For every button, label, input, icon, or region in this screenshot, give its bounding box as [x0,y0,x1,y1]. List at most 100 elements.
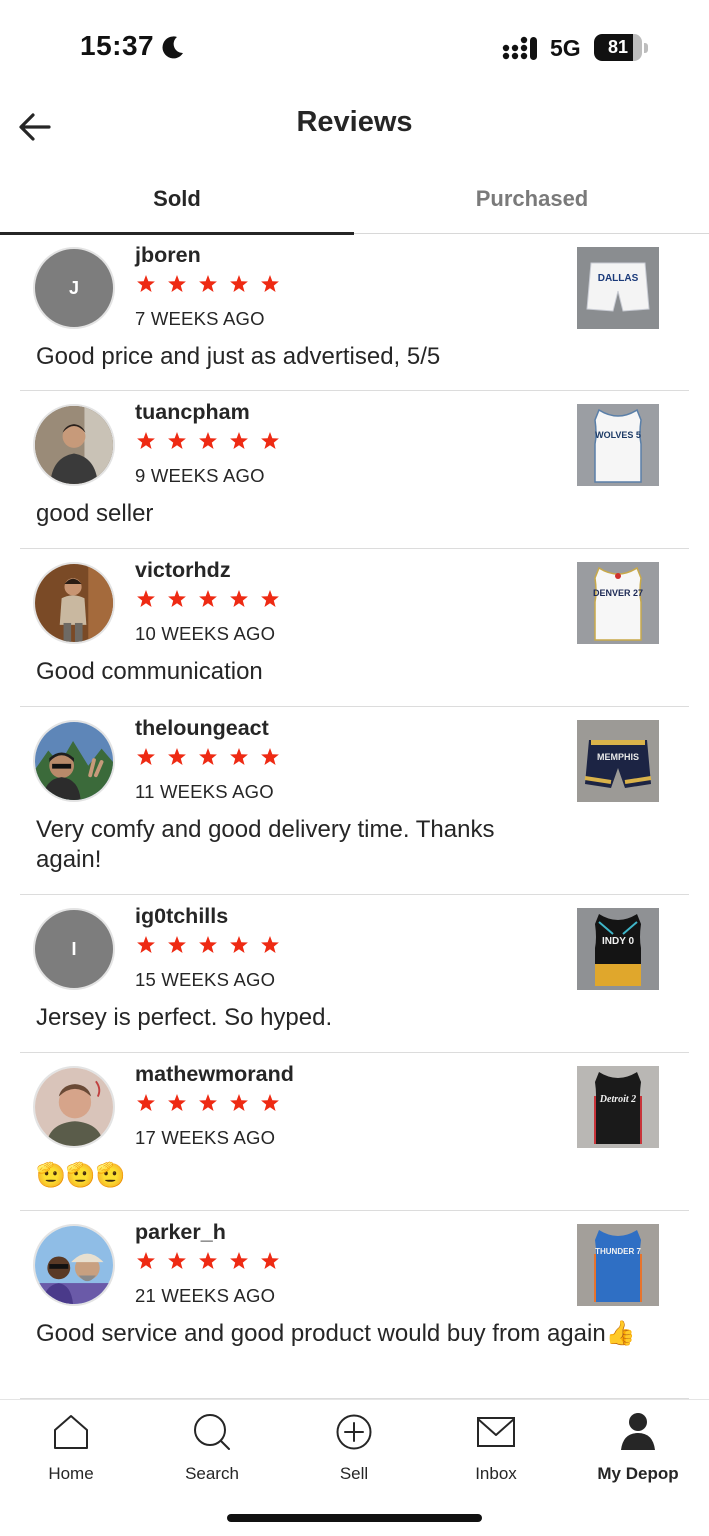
back-button[interactable] [14,106,56,148]
tab-sold[interactable]: Sold [0,176,354,234]
tab-purchased[interactable]: Purchased [355,176,709,234]
product-thumbnail[interactable]: DENVER 27 [577,562,659,644]
tab-bar: Sold Purchased [0,176,709,235]
star-icon [137,1094,155,1111]
review-username[interactable]: theloungeact [135,716,269,741]
avatar[interactable]: I [33,908,115,990]
star-icon [137,748,155,765]
review-username[interactable]: mathewmorand [135,1062,294,1087]
home-indicator[interactable] [227,1514,482,1522]
product-print: MEMPHIS [597,752,639,762]
star-icon [199,1252,217,1269]
battery-icon: 81 [594,34,648,61]
product-print: DENVER 27 [593,588,643,598]
product-thumbnail[interactable]: INDY 0 [577,908,659,990]
avatar[interactable] [33,404,115,486]
nav-search-label: Search [185,1464,239,1483]
review-item: mathewmorand 17 WEEKS AGO 🫡🫡🫡 Detroit 2 [20,1053,689,1211]
nav-search[interactable]: Search [157,1412,267,1484]
product-print: DALLAS [598,273,639,284]
star-icon [168,590,186,607]
review-text: Good communication [36,658,263,685]
star-icon [168,275,186,292]
review-time: 11 WEEKS AGO [135,781,274,802]
product-print: Detroit 2 [599,1094,636,1105]
avatar[interactable] [33,562,115,644]
nav-home-label: Home [48,1464,94,1483]
avatar[interactable] [33,720,115,802]
star-rating [135,429,290,455]
star-icon [199,432,217,449]
star-icon [261,1094,279,1111]
avatar-initial: J [68,277,79,298]
avatar[interactable] [33,1066,115,1148]
review-username[interactable]: parker_h [135,1220,226,1245]
review-text: Jersey is perfect. So hyped. [36,1004,333,1031]
review-time: 10 WEEKS AGO [135,623,276,644]
star-rating [135,1249,290,1275]
avatar-photo [35,1226,113,1304]
review-username[interactable]: victorhdz [135,558,231,583]
review-text: Very comfy and good delivery time. Thank… [36,816,495,873]
review-username[interactable]: tuancpham [135,400,250,425]
star-icon [168,1252,186,1269]
product-print: WOLVES 5 [595,430,641,440]
nav-sell-label: Sell [339,1464,369,1483]
star-icon [168,936,186,953]
nav-sell[interactable]: Sell [299,1412,409,1484]
plus-circle-icon [336,1414,372,1450]
star-icon [137,590,155,607]
star-icon [230,936,248,953]
avatar[interactable]: J [33,247,115,329]
signal-icon [502,36,537,60]
star-icon [230,1252,248,1269]
nav-home[interactable]: Home [16,1412,126,1484]
review-text: Good price and just as advertised, 5/5 [36,343,441,370]
review-username[interactable]: jboren [135,243,201,268]
review-item: parker_h 21 WEEKS AGO Good service and g… [20,1211,689,1399]
star-rating [135,745,290,771]
search-icon [194,1414,230,1450]
review-time: 17 WEEKS AGO [135,1127,276,1148]
home-icon [54,1415,88,1449]
star-icon [261,590,279,607]
avatar-initial: I [71,938,77,959]
nav-my-depop-label: My Depop [597,1464,679,1483]
network-type: 5G [550,35,581,61]
mail-icon [477,1417,515,1447]
avatar-photo [35,406,113,484]
avatar-photo [35,1068,113,1146]
person-icon [621,1413,655,1450]
star-icon [261,432,279,449]
star-icon [230,275,248,292]
nav-inbox[interactable]: Inbox [441,1412,551,1484]
review-item: J jboren 7 WEEKS AGO Good price and just… [20,234,689,391]
star-icon [137,275,155,292]
review-text: 🫡🫡🫡 [36,1162,126,1189]
review-text: good seller [36,500,154,527]
star-icon [230,1094,248,1111]
product-thumbnail[interactable]: THUNDER 7 [577,1224,659,1306]
product-thumbnail[interactable]: MEMPHIS [577,720,659,802]
star-icon [199,748,217,765]
review-text: Good service and good product would buy … [36,1320,636,1347]
nav-inbox-label: Inbox [475,1464,517,1483]
star-icon [261,936,279,953]
star-icon [137,432,155,449]
review-item: theloungeact 11 WEEKS AGO Very comfy and… [20,707,689,895]
product-print: INDY 0 [602,936,634,947]
nav-my-depop[interactable]: My Depop [578,1412,698,1484]
review-time: 7 WEEKS AGO [135,308,265,329]
review-item: I ig0tchills 15 WEEKS AGO Jersey is perf… [20,895,689,1053]
product-thumbnail[interactable]: WOLVES 5 [577,404,659,486]
review-item: tuancpham 9 WEEKS AGO good seller WOLVES… [20,391,689,549]
product-thumbnail[interactable]: DALLAS [577,247,659,329]
status-bar: 15:37 5G 81 [0,0,709,96]
review-username[interactable]: ig0tchills [135,904,228,929]
avatar[interactable] [33,1224,115,1306]
product-thumbnail[interactable]: Detroit 2 [577,1066,659,1148]
review-time: 9 WEEKS AGO [135,465,265,486]
star-icon [199,275,217,292]
star-icon [230,748,248,765]
star-icon [261,1252,279,1269]
